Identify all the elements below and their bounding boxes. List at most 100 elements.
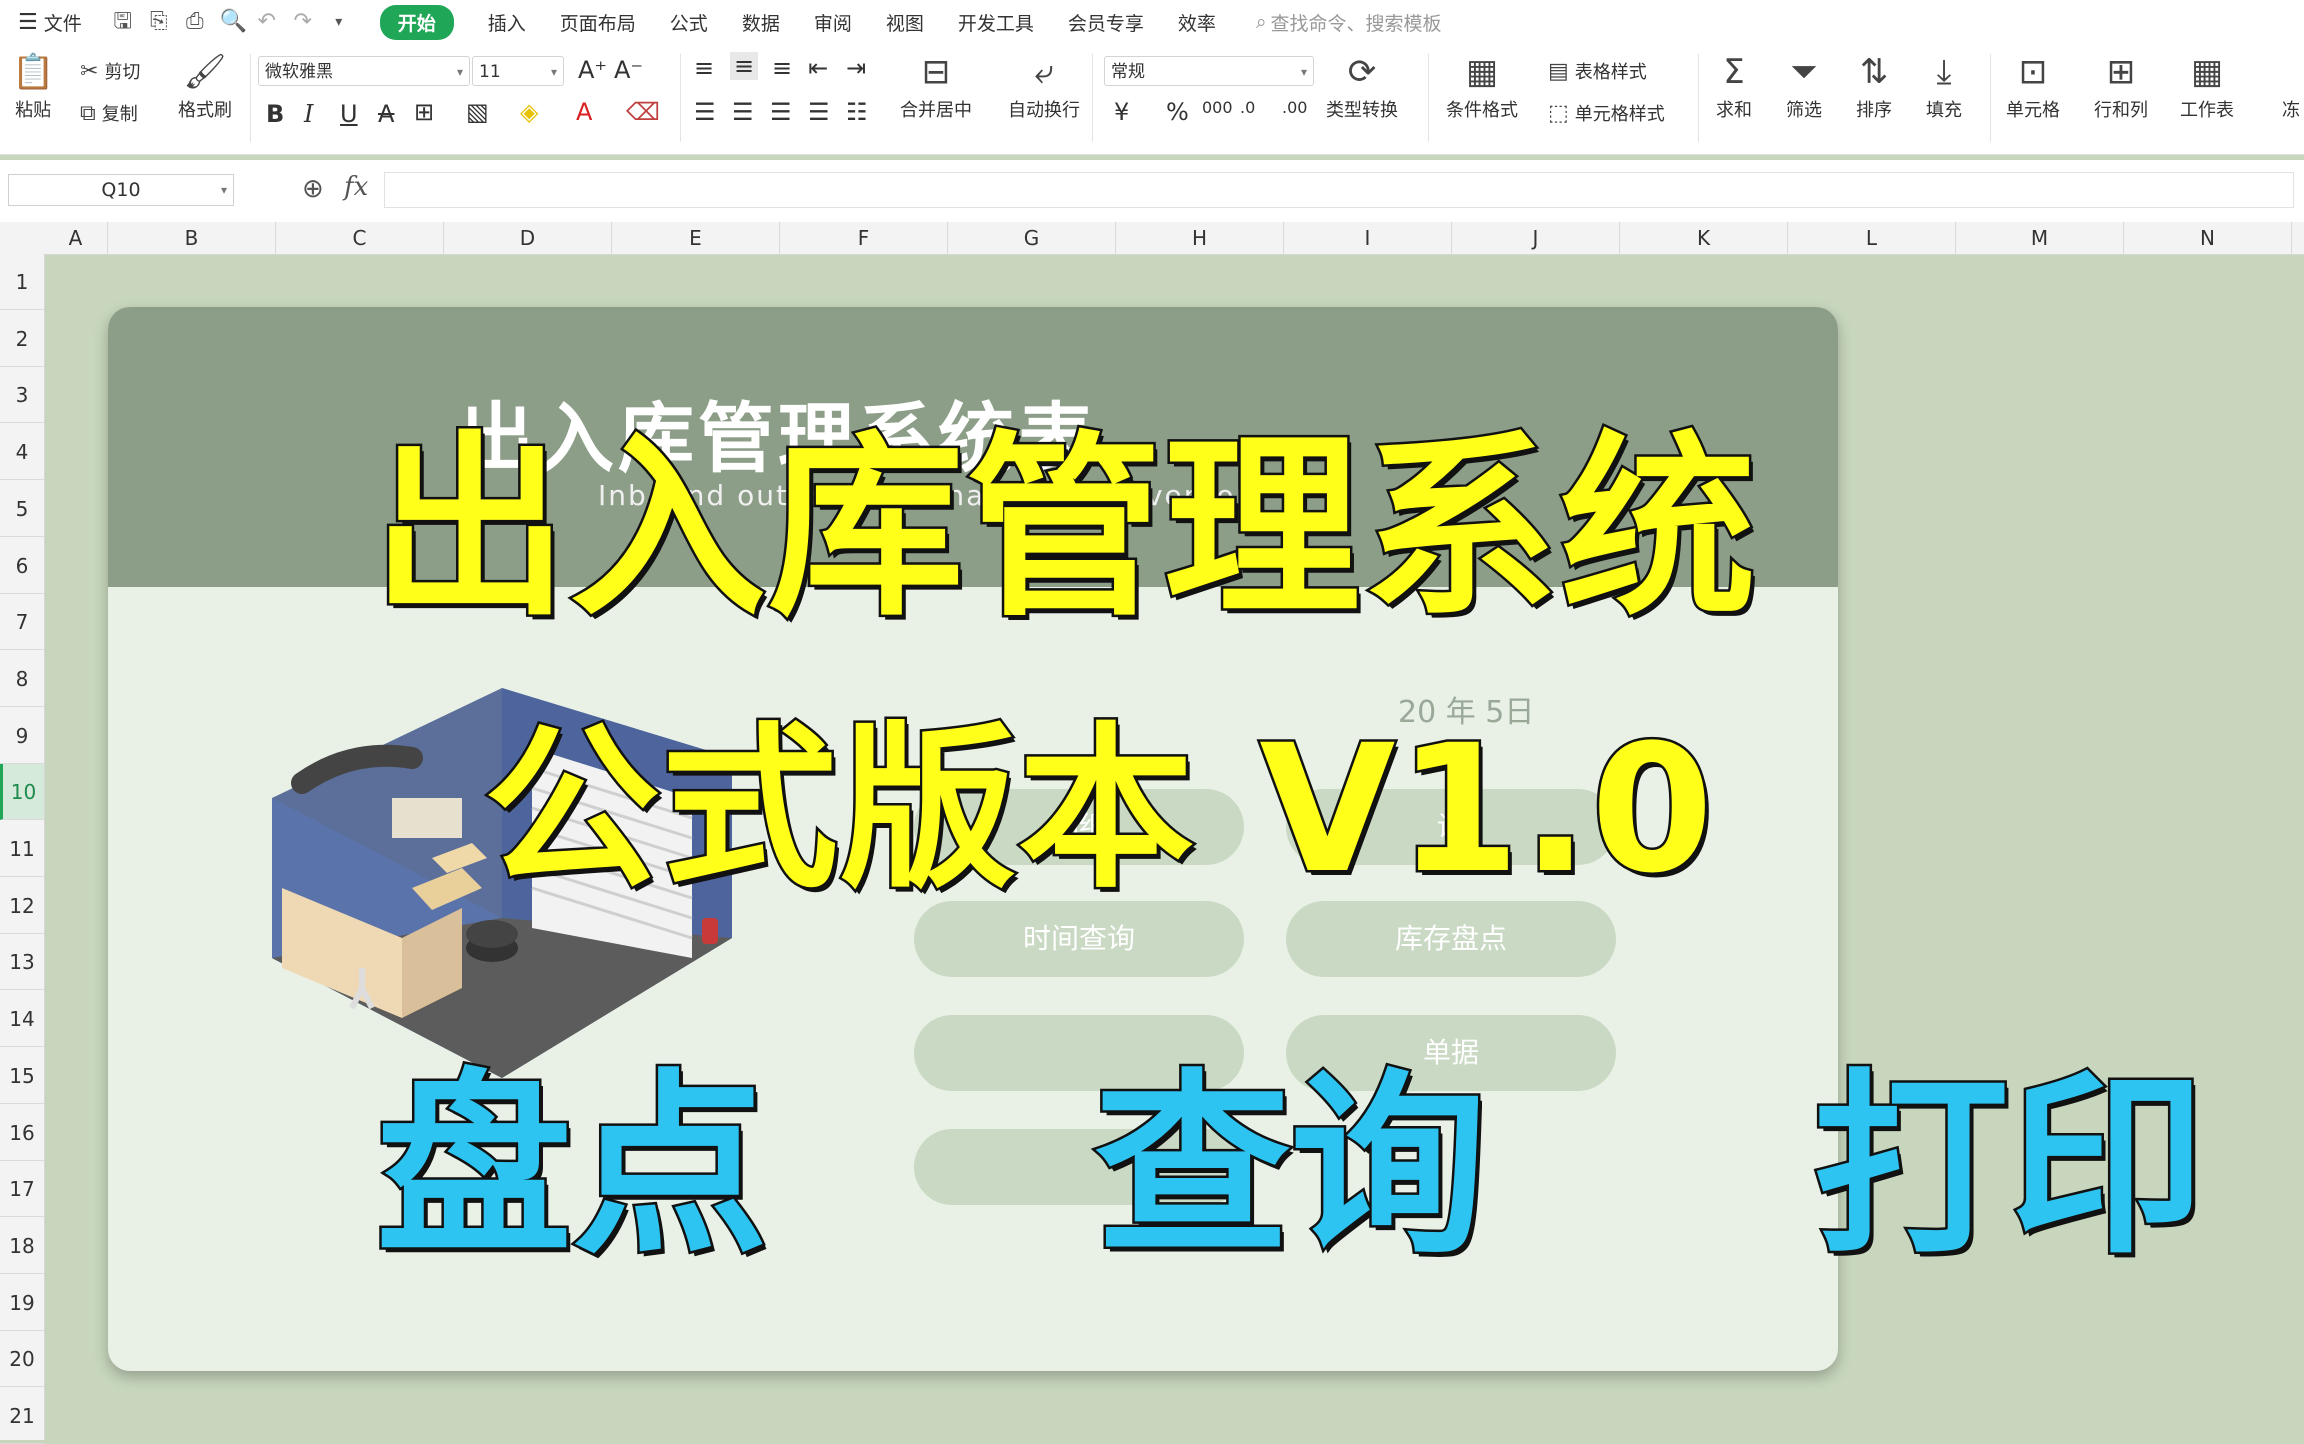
worksheet-button[interactable]: ▦ 工作表 xyxy=(2180,52,2234,122)
tab-data[interactable]: 数据 xyxy=(742,9,780,36)
row-header-11[interactable]: 11 xyxy=(0,821,44,877)
tab-review[interactable]: 审阅 xyxy=(814,9,852,36)
tab-efficiency[interactable]: 效率 xyxy=(1178,9,1216,36)
column-header-M[interactable]: M xyxy=(1956,222,2124,254)
column-header-B[interactable]: B xyxy=(108,222,276,254)
align-center-icon[interactable]: ☰ xyxy=(732,98,754,126)
fx-icon[interactable]: fx xyxy=(344,172,368,202)
indent-increase-icon[interactable]: ⇥ xyxy=(846,54,866,82)
column-header-J[interactable]: J xyxy=(1452,222,1620,254)
tab-member[interactable]: 会员专享 xyxy=(1068,9,1144,36)
thousands-icon[interactable]: 000 xyxy=(1202,98,1233,117)
row-header-4[interactable]: 4 xyxy=(0,424,44,481)
column-header-D[interactable]: D xyxy=(444,222,612,254)
tab-developer[interactable]: 开发工具 xyxy=(958,9,1034,36)
increase-decimal-icon[interactable]: .0 xyxy=(1240,98,1255,117)
row-header-1[interactable]: 1 xyxy=(0,254,44,310)
row-header-18[interactable]: 18 xyxy=(0,1218,44,1274)
row-header-19[interactable]: 19 xyxy=(0,1275,44,1331)
name-box[interactable]: Q10 ▾ xyxy=(8,174,234,206)
increase-font-icon[interactable]: A⁺ xyxy=(578,56,607,84)
customize-chevron-icon[interactable]: ▾ xyxy=(328,11,350,33)
cell-style-brush-icon[interactable]: ▧ xyxy=(466,98,489,126)
percent-icon[interactable]: % xyxy=(1166,98,1189,126)
row-header-7[interactable]: 7 xyxy=(0,594,44,651)
table-style-button[interactable]: ▤ 表格样式 xyxy=(1548,58,1647,84)
font-color-icon[interactable]: A xyxy=(576,98,592,126)
justify-icon[interactable]: ☰ xyxy=(808,98,830,126)
align-bottom-icon[interactable]: ≡ xyxy=(772,54,792,82)
format-painter-button[interactable]: 🖌 格式刷 xyxy=(178,52,232,122)
undo-icon[interactable]: ↶ xyxy=(256,11,278,33)
column-header-I[interactable]: I xyxy=(1284,222,1452,254)
align-middle-icon[interactable]: ≡ xyxy=(730,52,759,80)
conditional-format-button[interactable]: ▦ 条件格式 xyxy=(1446,52,1518,122)
tab-home[interactable]: 开始 xyxy=(379,4,454,40)
file-menu[interactable]: ☰ 文件 xyxy=(18,9,82,36)
distribute-icon[interactable]: ☷ xyxy=(846,98,868,126)
number-format-select[interactable]: 常规 ▾ xyxy=(1104,56,1314,86)
zoom-icon[interactable]: ⊕ xyxy=(302,174,324,204)
merge-center-button[interactable]: ⊟ 合并居中 xyxy=(900,52,972,122)
type-convert-button[interactable]: ⟳ 类型转换 xyxy=(1326,52,1398,122)
row-header-14[interactable]: 14 xyxy=(0,991,44,1048)
row-header-5[interactable]: 5 xyxy=(0,481,44,537)
fill-button[interactable]: ⤓ 填充 xyxy=(1926,52,1962,122)
export-icon[interactable]: ⎘ xyxy=(148,11,170,33)
cell-button[interactable]: ⊡ 单元格 xyxy=(2006,52,2060,122)
freeze-button[interactable]: 冻 xyxy=(2282,52,2300,122)
tab-formulas[interactable]: 公式 xyxy=(670,9,708,36)
column-header-N[interactable]: N xyxy=(2124,222,2292,254)
column-header-L[interactable]: L xyxy=(1788,222,1956,254)
align-top-icon[interactable]: ≡ xyxy=(694,54,714,82)
row-header-10[interactable]: 10 xyxy=(0,764,44,821)
font-name-select[interactable]: 微软雅黑 ▾ xyxy=(258,56,470,86)
row-header-16[interactable]: 16 xyxy=(0,1105,44,1161)
row-header-8[interactable]: 8 xyxy=(0,651,44,707)
clear-format-icon[interactable]: ⌫ xyxy=(626,98,660,126)
underline-icon[interactable]: U xyxy=(340,100,358,128)
bold-icon[interactable]: B xyxy=(266,100,284,128)
strikethrough-icon[interactable]: A xyxy=(378,100,394,128)
cell-style-button[interactable]: ⬚ 单元格样式 xyxy=(1548,100,1665,126)
copy-button[interactable]: ⧉ 复制 xyxy=(80,100,138,126)
decrease-font-icon[interactable]: A⁻ xyxy=(614,56,643,84)
border-icon[interactable]: ⊞ xyxy=(414,98,434,126)
decrease-decimal-icon[interactable]: .00 xyxy=(1282,98,1307,117)
filter-button[interactable]: ⏷ 筛选 xyxy=(1786,52,1822,122)
column-header-A[interactable]: A xyxy=(44,222,108,254)
print-preview-icon[interactable]: 🔍 xyxy=(220,11,247,33)
column-header-F[interactable]: F xyxy=(780,222,948,254)
formula-input[interactable] xyxy=(384,172,2294,208)
row-header-20[interactable]: 20 xyxy=(0,1331,44,1388)
command-search[interactable]: ⌕ 查找命令、搜索模板 xyxy=(1256,9,1442,36)
align-right-icon[interactable]: ☰ xyxy=(770,98,792,126)
row-header-6[interactable]: 6 xyxy=(0,538,44,594)
currency-icon[interactable]: ¥ xyxy=(1114,98,1129,126)
column-header-H[interactable]: H xyxy=(1116,222,1284,254)
sort-button[interactable]: ⇅ 排序 xyxy=(1856,52,1892,122)
column-header-C[interactable]: C xyxy=(276,222,444,254)
align-left-icon[interactable]: ☰ xyxy=(694,98,716,126)
tab-view[interactable]: 视图 xyxy=(886,9,924,36)
save-icon[interactable]: 🖫 xyxy=(112,11,134,33)
column-header-E[interactable]: E xyxy=(612,222,780,254)
font-size-select[interactable]: 11 ▾ xyxy=(472,56,564,86)
row-header-17[interactable]: 17 xyxy=(0,1161,44,1218)
fill-color-icon[interactable]: ◈ xyxy=(520,98,538,126)
row-header-15[interactable]: 15 xyxy=(0,1048,44,1104)
row-col-button[interactable]: ⊞ 行和列 xyxy=(2094,52,2148,122)
redo-icon[interactable]: ↷ xyxy=(292,11,314,33)
wrap-text-button[interactable]: ⤶ 自动换行 xyxy=(1008,52,1080,122)
italic-icon[interactable]: I xyxy=(304,100,313,128)
print-icon[interactable]: ⎙ xyxy=(184,11,206,33)
row-header-12[interactable]: 12 xyxy=(0,878,44,934)
column-header-G[interactable]: G xyxy=(948,222,1116,254)
cut-button[interactable]: ✂ 剪切 xyxy=(80,58,140,84)
tab-page-layout[interactable]: 页面布局 xyxy=(560,9,636,36)
tab-insert[interactable]: 插入 xyxy=(488,9,526,36)
indent-decrease-icon[interactable]: ⇤ xyxy=(808,54,828,82)
row-header-9[interactable]: 9 xyxy=(0,708,44,764)
row-header-21[interactable]: 21 xyxy=(0,1388,44,1444)
column-header-K[interactable]: K xyxy=(1620,222,1788,254)
